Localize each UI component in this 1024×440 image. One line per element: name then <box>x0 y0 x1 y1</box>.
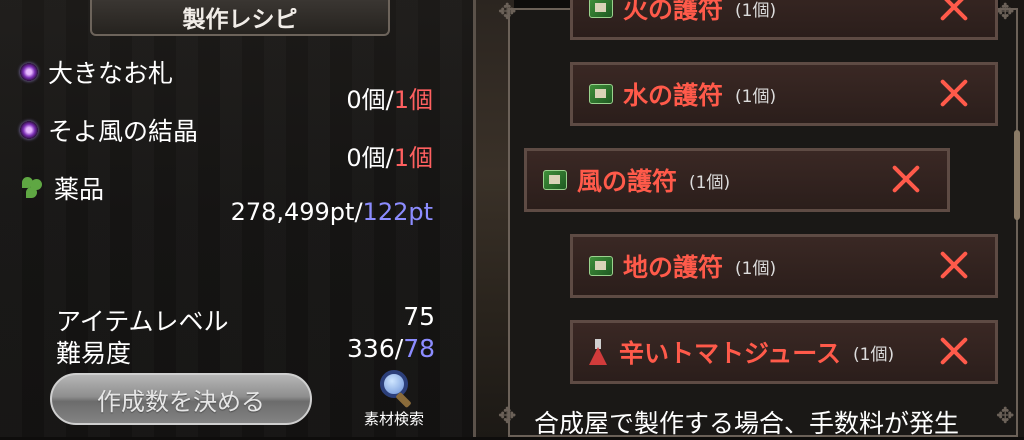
talisman-icon <box>589 84 613 104</box>
fee-notice: 合成屋で製作する場合、手数料が発生 <box>534 409 960 438</box>
talisman-icon <box>589 0 613 18</box>
list-item[interactable]: 水の護符 (1個) <box>570 62 998 126</box>
remove-icon[interactable] <box>891 163 921 195</box>
material-search-label: 素材検索 <box>363 410 424 428</box>
remove-icon[interactable] <box>939 335 969 367</box>
material-quantity: 0個/1個 <box>346 144 433 172</box>
remove-icon[interactable] <box>939 249 969 281</box>
list-item[interactable]: 火の護符 (1個) <box>570 0 998 40</box>
item-level-label: アイテムレベル <box>56 307 229 336</box>
difficulty-label: 難易度 <box>56 339 132 368</box>
corner-ornament: ✥ <box>996 0 1015 25</box>
orb-icon <box>20 63 38 81</box>
remove-icon[interactable] <box>939 77 969 109</box>
material-quantity: 0個/1個 <box>346 86 433 114</box>
material-name: 大きなお札 <box>48 59 174 88</box>
corner-ornament: ✥ <box>498 0 517 25</box>
item-level-value: 75 <box>403 302 435 331</box>
potion-icon <box>589 339 607 365</box>
talisman-icon <box>543 170 567 190</box>
recipe-title: 製作レシピ <box>90 0 390 36</box>
corner-ornament: ✥ <box>498 404 517 429</box>
orb-icon <box>20 121 38 139</box>
material-row: 大きなお札 <box>20 54 173 90</box>
remove-icon[interactable] <box>939 0 969 23</box>
difficulty-value: 336/78 <box>347 334 435 363</box>
material-name: 薬品 <box>54 175 105 204</box>
recipe-panel: 製作レシピ 大きなお札 0個/1個 そよ風の結晶 0個/1個 薬品 278,49… <box>0 0 476 437</box>
material-quantity: 278,499pt/122pt <box>230 198 433 226</box>
corner-ornament: ✥ <box>996 404 1015 429</box>
talisman-icon <box>589 256 613 276</box>
list-item[interactable]: 地の護符 (1個) <box>570 234 998 298</box>
material-name: そよ風の結晶 <box>48 117 199 146</box>
material-search-button[interactable]: 素材検索 <box>352 368 436 434</box>
list-item-selected[interactable]: 風の護符 (1個) <box>524 148 950 212</box>
magnifier-icon <box>374 368 414 409</box>
list-item[interactable]: 辛いトマトジュース (1個) <box>570 320 998 384</box>
scrollbar[interactable] <box>1014 130 1020 220</box>
decide-quantity-button[interactable]: 作成数を決める <box>50 373 312 425</box>
herb-icon <box>20 175 44 201</box>
material-row: 薬品 <box>20 170 104 206</box>
material-row: そよ風の結晶 <box>20 112 198 148</box>
